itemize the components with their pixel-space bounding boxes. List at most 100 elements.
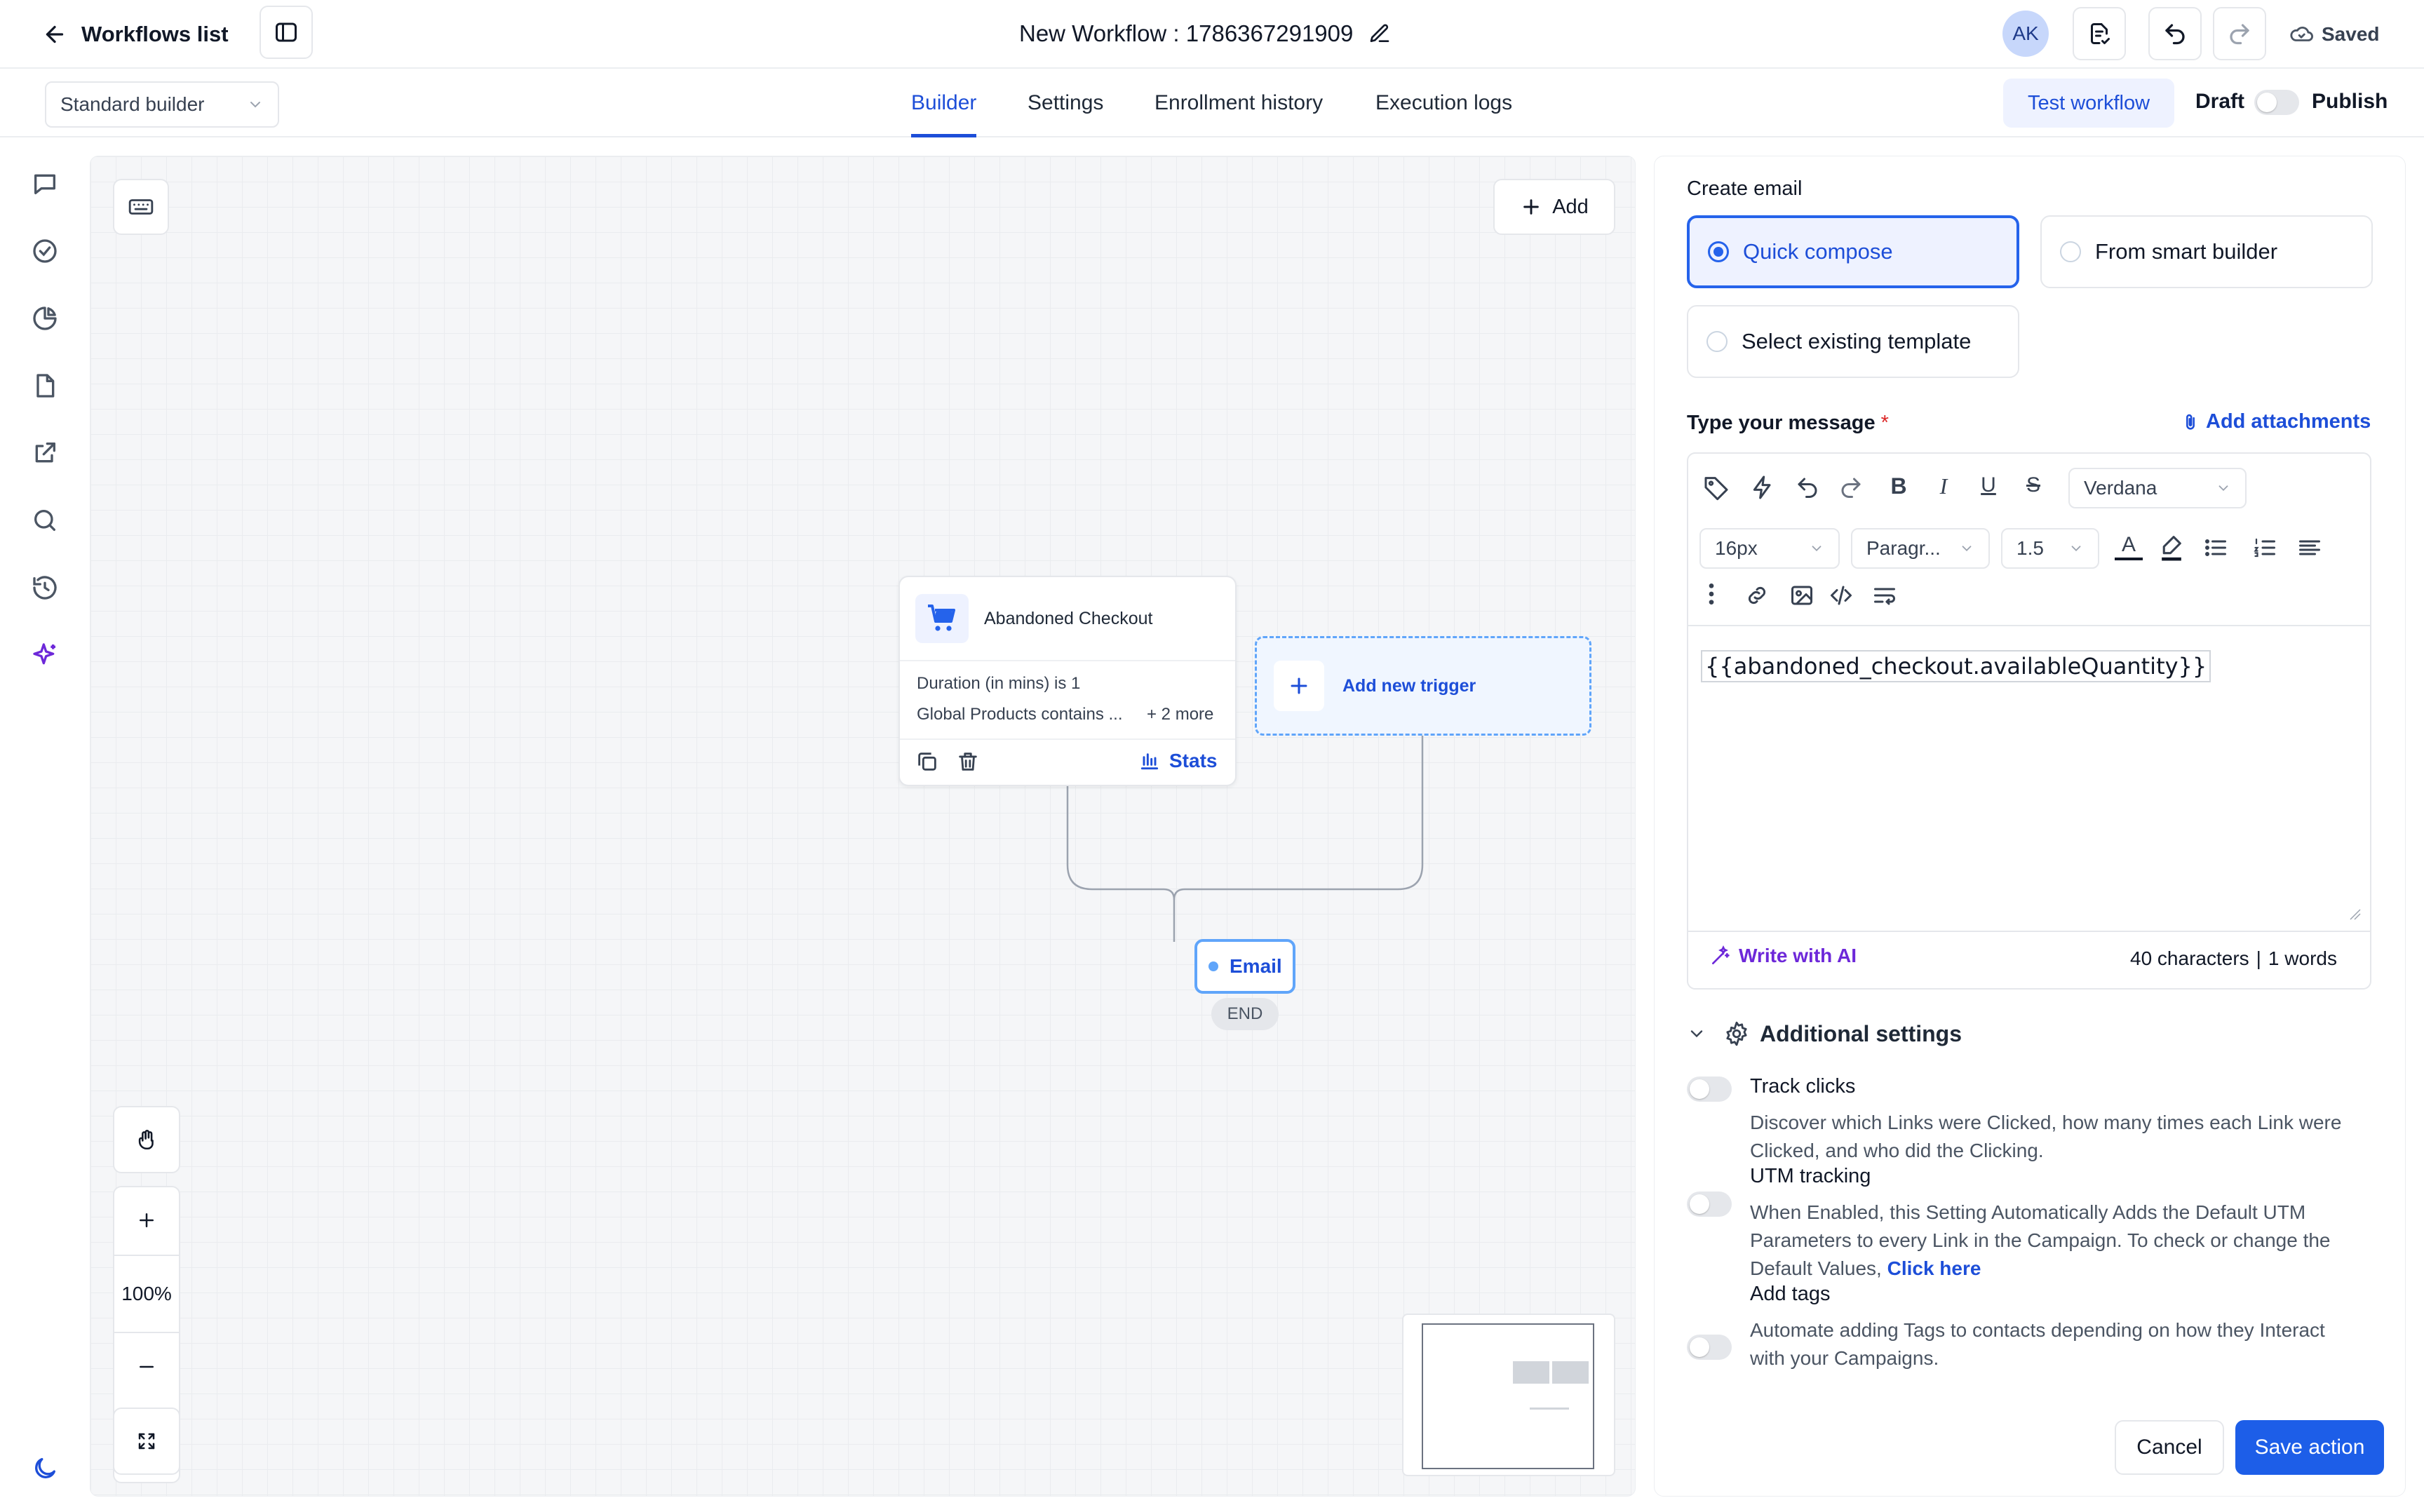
click-here-link[interactable]: Click here xyxy=(1887,1257,1981,1279)
copy-icon[interactable] xyxy=(915,750,939,774)
connector-lines xyxy=(1066,736,1424,942)
tab-execution-logs[interactable]: Execution logs xyxy=(1375,69,1512,137)
undo-icon xyxy=(2162,21,2188,46)
message-label: Type your message xyxy=(1687,412,1876,434)
fullscreen-icon xyxy=(136,1431,157,1452)
builder-type-value: Standard builder xyxy=(60,93,205,115)
workflow-notes-button[interactable] xyxy=(2073,7,2126,60)
avatar[interactable]: AK xyxy=(2002,11,2049,57)
add-new-trigger-button[interactable]: Add new trigger xyxy=(1255,636,1591,736)
image-icon[interactable] xyxy=(1789,583,1814,608)
bullet-list-icon[interactable] xyxy=(2203,535,2228,560)
editor-content[interactable]: {{abandoned_checkout.availableQuantity}} xyxy=(1701,650,2211,682)
more-conditions-link[interactable]: + 2 more xyxy=(1147,705,1213,724)
action-settings-panel: Create email Quick compose From smart bu… xyxy=(1654,156,2406,1497)
add-attachments-link[interactable]: Add attachments xyxy=(2181,410,2371,433)
back-to-workflows-link[interactable]: Workflows list xyxy=(42,15,229,53)
toggle-sidebar-button[interactable] xyxy=(260,6,313,59)
builder-type-select[interactable]: Standard builder xyxy=(45,81,279,128)
pan-hand-button[interactable] xyxy=(113,1106,180,1173)
bar-chart-icon xyxy=(1138,750,1161,772)
minimap[interactable] xyxy=(1402,1314,1615,1476)
undo-icon[interactable] xyxy=(1795,475,1820,500)
utm-tracking-desc: When Enabled, this Setting Automatically… xyxy=(1750,1201,2331,1279)
tab-settings[interactable]: Settings xyxy=(1028,69,1103,137)
undo-button[interactable] xyxy=(2148,7,2202,60)
test-workflow-button[interactable]: Test workflow xyxy=(2003,79,2174,128)
search-icon[interactable] xyxy=(28,504,62,537)
fit-view-button[interactable] xyxy=(113,1408,180,1475)
plus-icon xyxy=(140,1213,154,1227)
font-size-value: 16px xyxy=(1715,537,1758,559)
publish-toggle[interactable] xyxy=(2254,90,2299,115)
dark-mode-moon-icon[interactable] xyxy=(28,1452,62,1485)
additional-settings-header[interactable]: Additional settings xyxy=(1687,1020,1962,1047)
lightning-icon[interactable] xyxy=(1749,473,1777,501)
option-smart-builder[interactable]: From smart builder xyxy=(2040,215,2373,288)
redo-button[interactable] xyxy=(2213,7,2266,60)
chat-icon[interactable] xyxy=(28,167,62,201)
trash-icon[interactable] xyxy=(956,750,980,774)
left-rail xyxy=(0,137,90,1512)
rich-text-editor: B I U S Verdana 16px Paragr... 1.5 A {{a… xyxy=(1687,452,2371,990)
strikethrough-icon[interactable]: S xyxy=(2019,473,2047,497)
trigger-title: Abandoned Checkout xyxy=(984,608,1153,628)
utm-tracking-title: UTM tracking xyxy=(1750,1165,1871,1187)
link-icon[interactable] xyxy=(1744,583,1770,608)
history-icon[interactable] xyxy=(28,571,62,605)
tag-icon[interactable] xyxy=(1702,473,1730,501)
trigger-condition-2: Global Products contains ... xyxy=(917,705,1123,724)
bold-icon[interactable]: B xyxy=(1885,473,1913,499)
node-status-dot xyxy=(1208,961,1218,971)
trigger-card-abandoned-checkout[interactable]: Abandoned Checkout Duration (in mins) is… xyxy=(898,576,1237,786)
cancel-button[interactable]: Cancel xyxy=(2115,1420,2224,1475)
underline-icon[interactable]: U xyxy=(1974,473,2002,497)
resize-handle-icon[interactable] xyxy=(2348,907,2362,921)
sub-bar: Standard builder Builder Settings Enroll… xyxy=(0,69,2424,137)
numbered-list-icon[interactable] xyxy=(2252,535,2277,560)
trigger-header: Abandoned Checkout xyxy=(915,594,1152,643)
workflow-title: New Workflow : 1786367291909 xyxy=(1019,20,1354,46)
divider xyxy=(900,660,1235,661)
minus-icon xyxy=(140,1365,154,1368)
tab-enrollment-history[interactable]: Enrollment history xyxy=(1154,69,1323,137)
save-action-button[interactable]: Save action xyxy=(2235,1420,2384,1475)
toolbar-divider xyxy=(1688,625,2370,626)
more-options-icon[interactable] xyxy=(1701,580,1722,608)
file-icon[interactable] xyxy=(28,369,62,403)
font-family-select[interactable]: Verdana xyxy=(2068,468,2247,508)
document-check-icon xyxy=(2087,21,2112,46)
font-size-select[interactable]: 16px xyxy=(1699,528,1840,569)
utm-tracking-toggle[interactable] xyxy=(1687,1192,1732,1217)
stats-button[interactable]: Stats xyxy=(1138,750,1217,772)
italic-icon[interactable]: I xyxy=(1930,473,1958,499)
write-ai-label: Write with AI xyxy=(1739,945,1857,966)
zoom-out-button[interactable] xyxy=(114,1333,179,1400)
tab-builder[interactable]: Builder xyxy=(911,69,977,137)
create-email-label: Create email xyxy=(1687,177,1803,200)
track-clicks-toggle[interactable] xyxy=(1687,1076,1732,1102)
align-icon[interactable] xyxy=(2297,535,2322,560)
external-link-icon[interactable] xyxy=(28,436,62,470)
sparkles-icon[interactable] xyxy=(28,638,62,672)
check-circle-icon[interactable] xyxy=(28,234,62,268)
email-action-node[interactable]: Email xyxy=(1194,939,1295,994)
text-color-icon[interactable]: A xyxy=(2115,532,2143,560)
top-bar: Workflows list New Workflow : 1786367291… xyxy=(0,0,2424,69)
option-quick-compose[interactable]: Quick compose xyxy=(1687,215,2019,288)
option-existing-template[interactable]: Select existing template xyxy=(1687,305,2019,378)
zoom-in-button[interactable] xyxy=(114,1187,179,1253)
pie-chart-icon[interactable] xyxy=(28,302,62,335)
redo-icon[interactable] xyxy=(1838,475,1864,500)
code-icon[interactable] xyxy=(1829,583,1854,608)
write-with-ai-button[interactable]: Write with AI xyxy=(1709,945,1857,967)
highlighter-icon[interactable] xyxy=(2158,534,2185,562)
text-wrap-icon[interactable] xyxy=(1872,583,1897,608)
block-type-select[interactable]: Paragr... xyxy=(1851,528,1990,569)
edit-pencil-icon[interactable] xyxy=(1368,22,1391,45)
workflow-canvas[interactable]: Add Abandoned Checkout Duration (in mins… xyxy=(90,156,1636,1497)
add-tags-toggle[interactable] xyxy=(1687,1335,1732,1360)
workflow-title-area: New Workflow : 1786367291909 xyxy=(1019,14,1391,53)
stats-label: Stats xyxy=(1169,750,1218,771)
line-height-select[interactable]: 1.5 xyxy=(2001,528,2099,569)
